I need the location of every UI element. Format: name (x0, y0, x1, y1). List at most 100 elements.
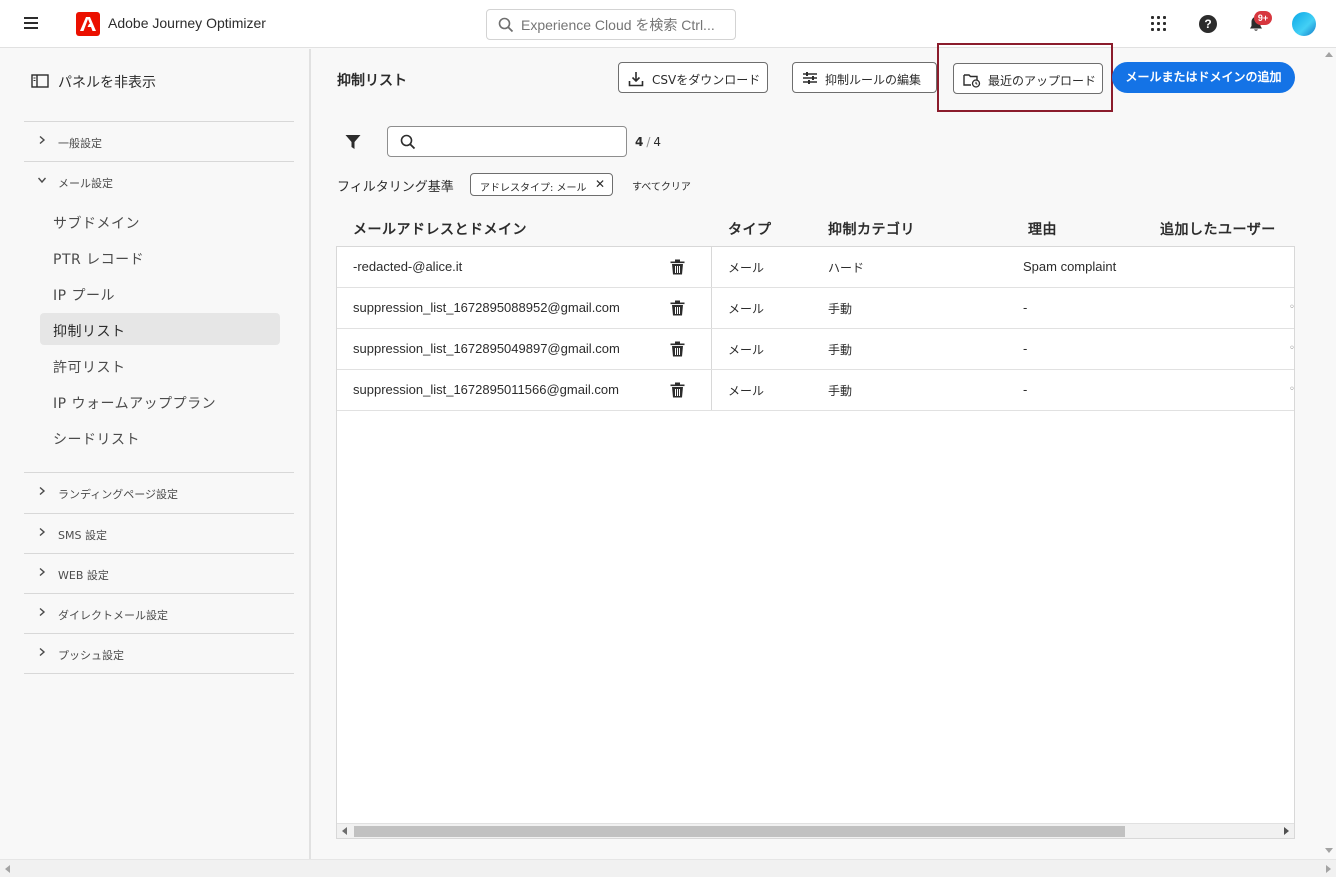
menu-icon[interactable] (24, 17, 38, 29)
sidebar-section-general[interactable]: 一般設定 (24, 121, 294, 161)
sidebar-item-label: PTR レコード (53, 252, 145, 268)
page-scroll-up-icon[interactable] (1325, 52, 1333, 57)
cell-category: ハード (828, 261, 865, 275)
column-header-type[interactable]: タイプ (728, 219, 772, 239)
apps-grid-icon[interactable] (1151, 16, 1167, 32)
sidebar-item-label: IP ウォームアッププラン (53, 396, 217, 412)
scroll-left-icon[interactable] (5, 865, 10, 873)
cell-overflow-icon: ◦ (1289, 302, 1295, 313)
sidebar-item-seed-lists[interactable]: シードリスト (40, 421, 280, 453)
sidebar-item-allow-list[interactable]: 許可リスト (40, 349, 280, 381)
chevron-right-icon (39, 528, 46, 536)
list-search[interactable] (387, 126, 627, 157)
sidebar-section-web[interactable]: WEB 設定 (24, 553, 294, 593)
cell-category: 手動 (828, 302, 853, 316)
panel-icon (31, 74, 49, 88)
add-email-domain-button[interactable]: メールまたはドメインの追加 (1112, 62, 1295, 93)
sidebar-section-direct-mail[interactable]: ダイレクトメール設定 (24, 593, 294, 633)
sidebar-item-ip-warmup[interactable]: IP ウォームアッププラン (40, 385, 280, 417)
scroll-right-icon[interactable] (1284, 827, 1289, 835)
cell-type: メール (728, 384, 765, 398)
search-icon (400, 134, 416, 150)
table-row[interactable]: suppression_list_1672895011566@gmail.com… (337, 370, 1294, 411)
sidebar-item-suppression-list[interactable]: 抑制リスト (40, 313, 280, 345)
download-csv-button[interactable]: CSVをダウンロード (618, 62, 768, 93)
result-count-shown: 4 (635, 135, 644, 149)
sidebar-item-label: サブドメイン (53, 216, 140, 232)
column-header-added-by[interactable]: 追加したユーザー (1160, 219, 1276, 239)
sidebar-section-label: 一般設定 (58, 137, 102, 150)
table-row[interactable]: suppression_list_1672895049897@gmail.com… (337, 329, 1294, 370)
sidebar-section-email[interactable]: メール設定 (24, 161, 294, 201)
column-header-category[interactable]: 抑制カテゴリ (828, 219, 915, 239)
download-icon (628, 72, 644, 87)
sidebar-item-label: 抑制リスト (53, 324, 126, 340)
chevron-right-icon (39, 568, 46, 576)
cell-address: suppression_list_1672895011566@gmail.com (353, 382, 619, 397)
page-title: 抑制リスト (337, 73, 407, 89)
scroll-left-icon[interactable] (342, 827, 347, 835)
sidebar-item-ip-pools[interactable]: IP プール (40, 277, 280, 309)
chevron-right-icon (39, 487, 46, 495)
sidebar-section-sms[interactable]: SMS 設定 (24, 513, 294, 553)
adobe-logo-icon[interactable] (76, 12, 100, 36)
sidebar-section-label: WEB 設定 (58, 569, 109, 582)
cell-reason: Spam complaint (1023, 259, 1117, 274)
filter-by-label: フィルタリング基準 (337, 180, 454, 195)
app-title[interactable]: Adobe Journey Optimizer (108, 15, 266, 31)
trash-icon[interactable] (670, 341, 685, 357)
cell-reason: - (1023, 300, 1028, 315)
cell-reason: - (1023, 382, 1028, 397)
cell-type: メール (728, 261, 765, 275)
cell-address: -redacted-@alice.it (353, 259, 463, 274)
sidebar-section-push[interactable]: プッシュ設定 (24, 633, 294, 673)
chevron-right-icon (39, 648, 46, 656)
top-bar: Adobe Journey Optimizer ? 9+ (0, 0, 1336, 48)
cell-overflow-icon: ◦ (1289, 384, 1295, 395)
sidebar-section-label: メール設定 (58, 177, 113, 190)
avatar[interactable] (1292, 12, 1316, 36)
help-icon[interactable]: ? (1199, 15, 1217, 33)
page-scroll-down-icon[interactable] (1325, 848, 1333, 853)
cell-reason: - (1023, 341, 1028, 356)
trash-icon[interactable] (670, 382, 685, 398)
global-search-input[interactable] (521, 15, 726, 35)
cell-overflow-icon: ◦ (1289, 343, 1295, 354)
cell-type: メール (728, 343, 765, 357)
sidebar-section-landing-pages[interactable]: ランディングページ設定 (24, 472, 294, 512)
cell-category: 手動 (828, 343, 853, 357)
list-search-input[interactable] (424, 132, 619, 152)
sidebar-item-label: IP プール (53, 288, 116, 304)
sidebar-section-label: SMS 設定 (58, 529, 107, 542)
trash-icon[interactable] (670, 300, 685, 316)
chevron-down-icon (38, 177, 46, 184)
sidebar-divider (24, 673, 294, 674)
trash-icon[interactable] (670, 259, 685, 275)
cell-address: suppression_list_1672895049897@gmail.com (353, 341, 620, 356)
scroll-right-icon[interactable] (1326, 865, 1331, 873)
sidebar-item-ptr-records[interactable]: PTR レコード (40, 241, 280, 273)
clear-all-link[interactable]: すべてクリア (632, 178, 691, 193)
table-horizontal-scrollbar[interactable] (337, 823, 1294, 838)
sidebar-item-label: シードリスト (53, 432, 140, 448)
sidebar-item-subdomains[interactable]: サブドメイン (40, 205, 280, 237)
sidebar: パネルを非表示 一般設定 メール設定 サブドメイン PTR レコード IP プー… (0, 49, 311, 859)
cell-category: 手動 (828, 384, 853, 398)
download-csv-label: CSVをダウンロード (652, 73, 761, 87)
highlight-box (937, 43, 1113, 112)
column-header-address[interactable]: メールアドレスとドメイン (353, 219, 527, 239)
active-filter-label: アドレスタイプ: メール (480, 183, 587, 194)
active-filter-tag[interactable]: アドレスタイプ: メール ✕ (470, 173, 613, 196)
page-horizontal-scrollbar[interactable] (0, 859, 1336, 877)
remove-filter-icon[interactable]: ✕ (595, 177, 605, 191)
scrollbar-thumb[interactable] (354, 826, 1125, 837)
filter-icon[interactable] (345, 134, 361, 150)
table-row[interactable]: -redacted-@alice.it メール ハード Spam complai… (337, 247, 1294, 288)
suppression-table: -redacted-@alice.it メール ハード Spam complai… (336, 246, 1295, 839)
table-row[interactable]: suppression_list_1672895088952@gmail.com… (337, 288, 1294, 329)
column-header-reason[interactable]: 理由 (1028, 219, 1057, 239)
global-search[interactable] (486, 9, 736, 40)
chevron-right-icon (39, 608, 46, 616)
edit-suppression-rules-button[interactable]: 抑制ルールの編集 (792, 62, 937, 93)
chevron-right-icon (39, 136, 46, 144)
